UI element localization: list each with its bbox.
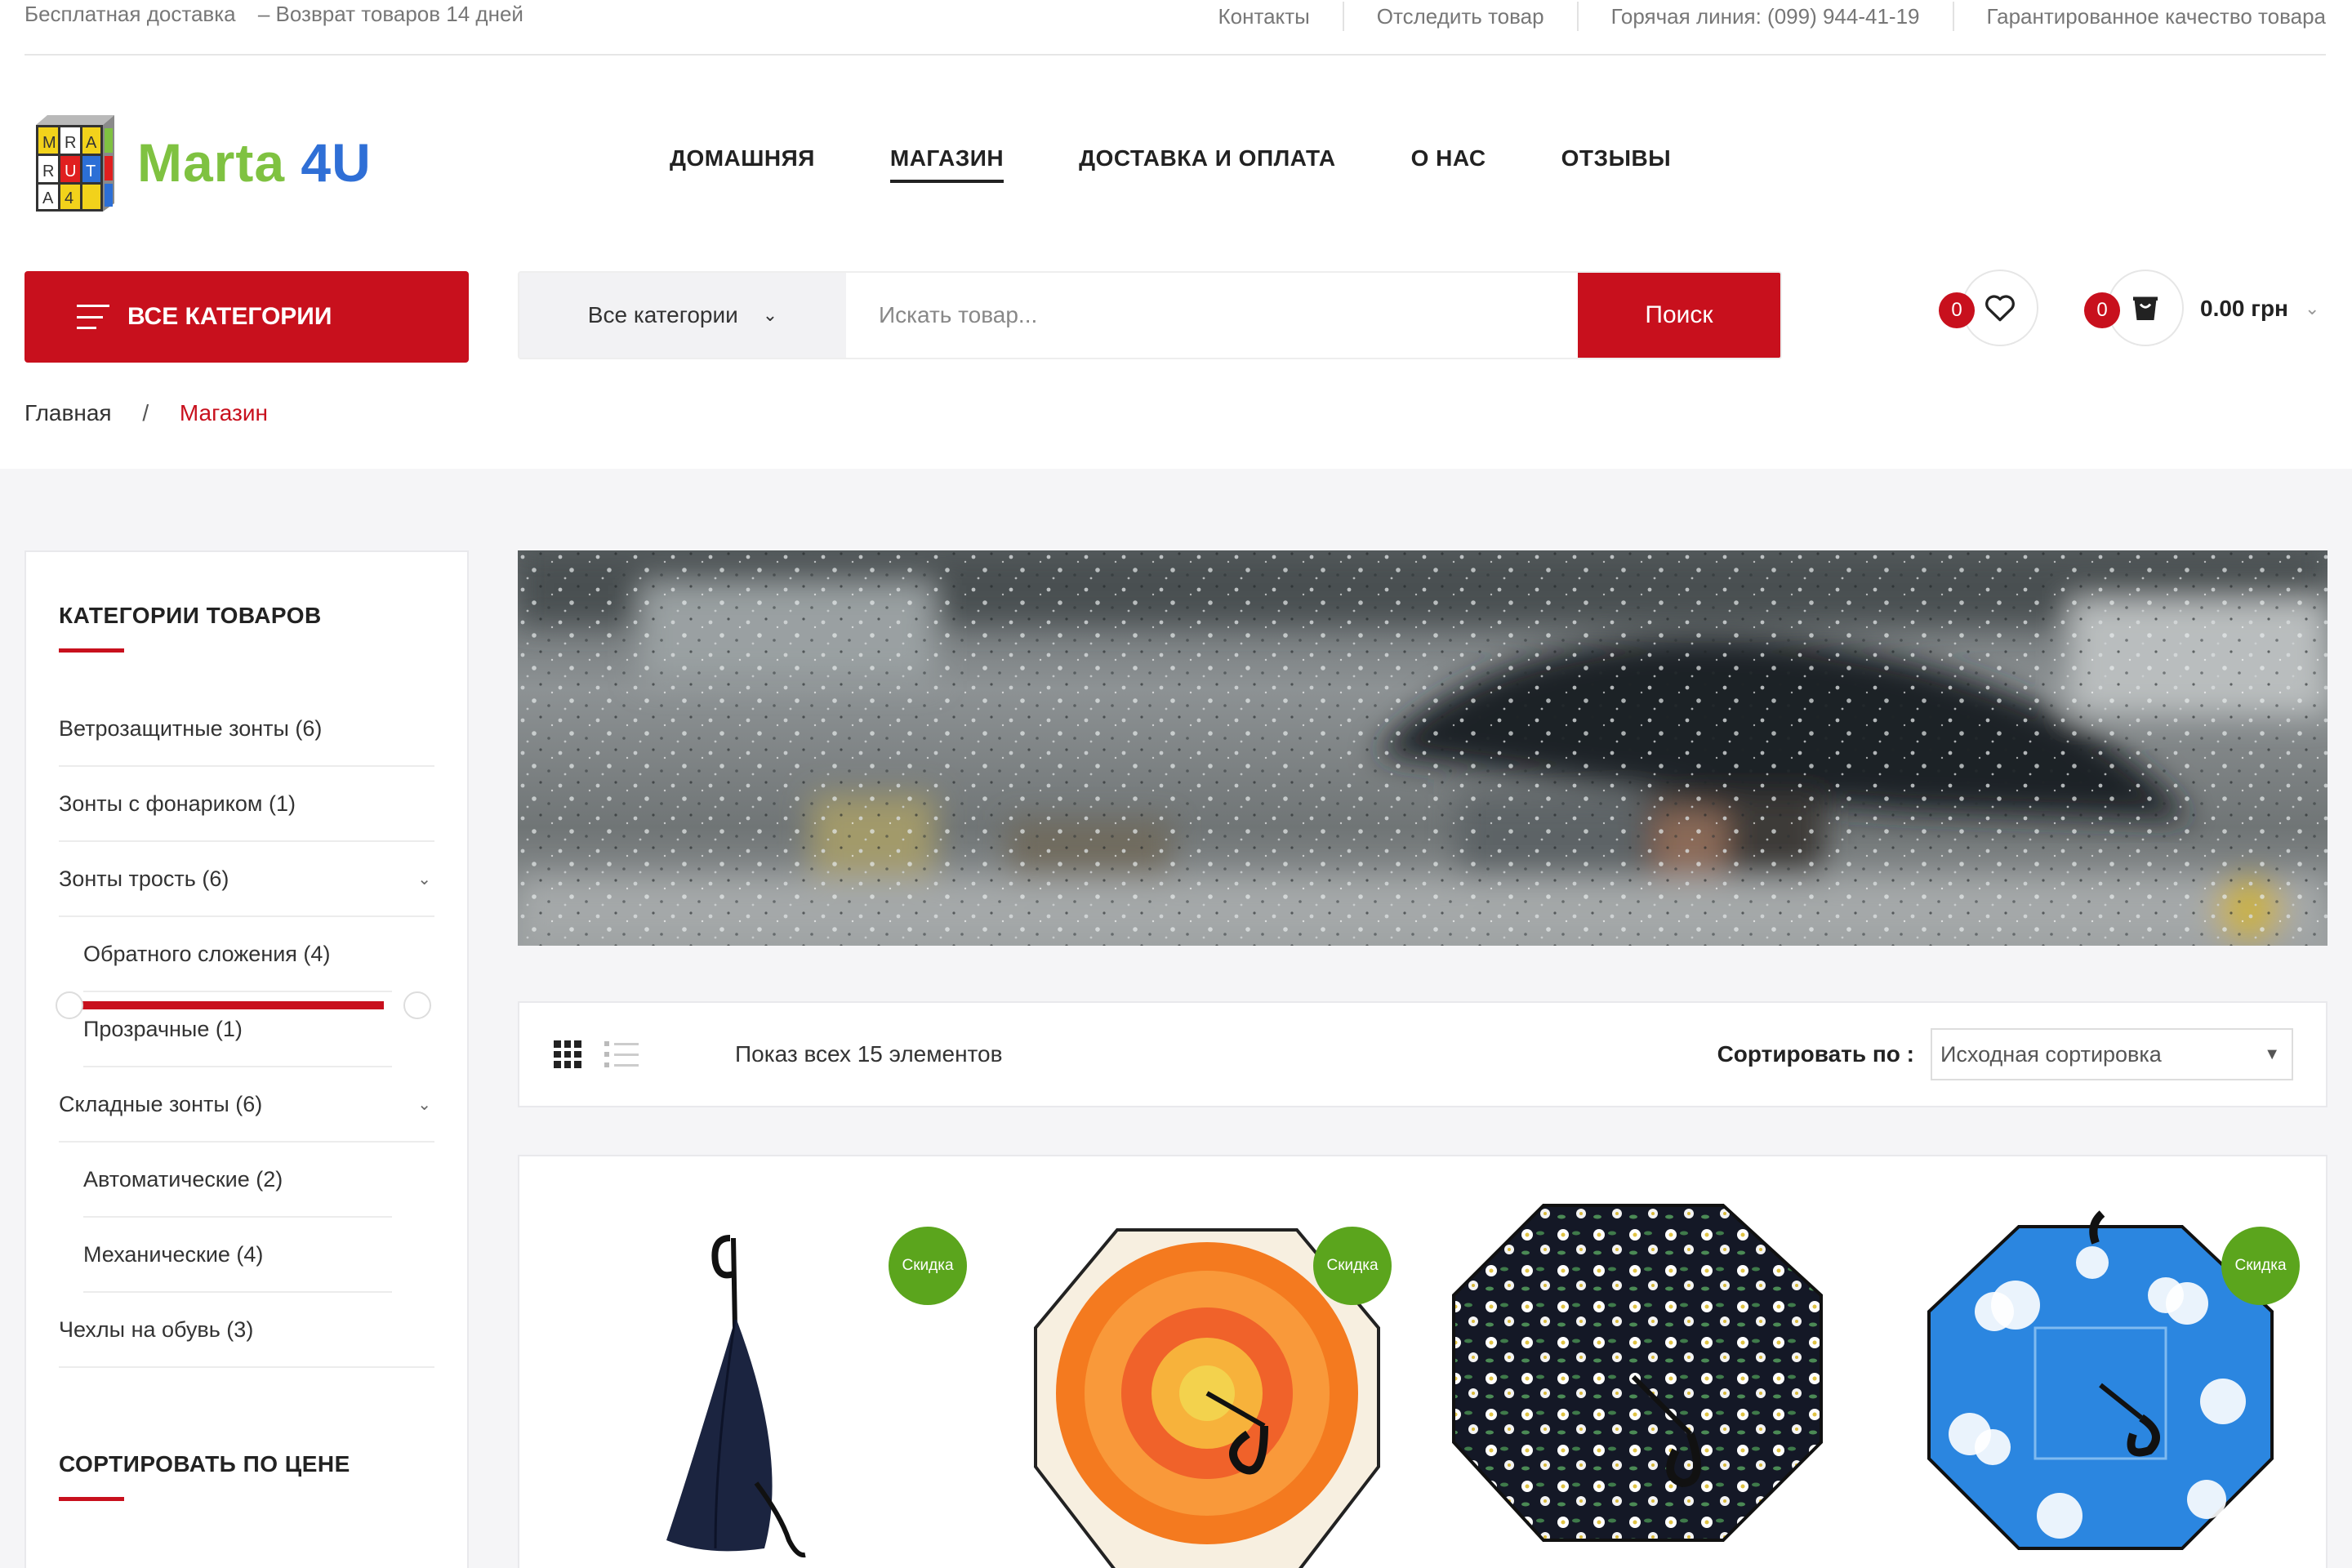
sort-label: Сортировать по : [1717,1041,1914,1067]
nav-about[interactable]: О НАС [1411,145,1486,183]
quality-guarantee-link[interactable]: Гарантированное качество товара [1952,2,2326,31]
sale-badge: Скидка [1313,1227,1392,1305]
cube-letter: T [86,163,96,180]
cart-total[interactable]: 0.00 грн ⌄ [2200,296,2319,322]
category-label: Зонты трость (6) [59,866,229,891]
main-nav: ДОМАШНЯЯ МАГАЗИН ДОСТАВКА И ОПЛАТА О НАС… [670,145,1746,183]
rubik-cube-logo-icon: M R A R U T A 4 [36,115,114,212]
hotline-link[interactable]: Горячая линия: (099) 944-41-19 [1576,2,1953,31]
result-count: Показ всех 15 элементов [735,1041,1003,1067]
breadcrumb: Главная / Магазин [24,400,268,426]
category-label: Складные зонты (6) [59,1091,263,1116]
cart-button[interactable]: 0 [2084,270,2184,346]
shopping-bag-icon [2133,296,2158,320]
cube-letter: R [42,163,54,180]
search-input[interactable] [846,273,1578,358]
returns-text: – Возврат товаров 14 дней [257,2,523,26]
category-label: Чехлы на обувь (3) [59,1316,254,1342]
cube-letter: A [42,189,54,207]
category-item[interactable]: Ветрозащитные зонты (6) [59,692,434,767]
list-view-icon[interactable] [604,1041,639,1067]
product-card[interactable] [1446,1189,1862,1568]
product-grid: Скидка Скидка Скидка [518,1155,2328,1568]
subcategory-item[interactable]: Обратного сложения (4) [83,917,392,992]
category-item[interactable]: Зонты с фонариком (1) [59,767,434,842]
subcategory-item[interactable]: Автоматические (2) [83,1143,392,1218]
price-max-handle[interactable] [403,991,431,1019]
subcategory-item[interactable]: Механические (4) [83,1218,392,1293]
price-range-bar [60,1001,384,1009]
chevron-down-icon: ⌄ [2304,298,2320,318]
search-button[interactable]: Поиск [1578,273,1780,358]
sale-badge: Скидка [2221,1227,2300,1305]
rainy-umbrella-photo [518,550,2328,946]
sort-select[interactable]: Исходная сортировка ▼ [1931,1028,2293,1080]
search-category-value: Все категории [587,302,738,327]
chevron-down-icon[interactable]: ⌄ [417,1094,431,1115]
category-item[interactable]: Складные зонты (6) ⌄ [59,1067,434,1143]
cart-total-value: 0.00 грн [2200,296,2288,321]
category-item[interactable]: Чехлы на обувь (3) [59,1293,434,1368]
price-min-handle[interactable] [56,991,83,1019]
category-label: Зонты с фонариком (1) [59,791,296,816]
cube-letter: 4 [65,189,74,207]
sale-badge: Скидка [889,1227,967,1305]
category-label: Прозрачные (1) [83,1016,243,1041]
category-list: Ветрозащитные зонты (6) Зонты с фонарико… [59,692,434,1368]
cart-count-badge: 0 [2084,292,2120,328]
category-label: Механические (4) [83,1241,264,1267]
cube-letter: U [65,163,76,180]
track-order-link[interactable]: Отследить товар [1342,2,1577,31]
price-filter-title: СОРТИРОВАТЬ ПО ЦЕНЕ [59,1451,350,1477]
wishlist-count-badge: 0 [1939,292,1975,328]
free-delivery-text: Бесплатная доставка [24,2,236,26]
all-categories-label: ВСЕ КАТЕГОРИИ [127,303,332,330]
logo-wordmark: Marta 4U [137,132,372,193]
category-label: Обратного сложения (4) [83,941,331,966]
top-bar-links: Контакты Отследить товар Горячая линия: … [1185,0,2326,31]
chevron-down-icon[interactable]: ⌄ [417,869,431,889]
site-logo[interactable]: M R A R U T A 4 Marta 4U [24,111,384,214]
sidebar: КАТЕГОРИИ ТОВАРОВ Ветрозащитные зонты (6… [24,550,469,1568]
breadcrumb-home[interactable]: Главная [24,400,112,425]
daisy-print-umbrella-image [1452,1204,1823,1542]
cube-letter: M [42,134,56,152]
cube-letter: A [86,134,97,152]
dropdown-arrow-icon: ▼ [2264,1045,2280,1063]
category-label: Автоматические (2) [83,1166,283,1192]
shop-toolbar: Показ всех 15 элементов Сортировать по :… [518,1001,2328,1107]
menu-icon [77,305,109,329]
sort-value: Исходная сортировка [1940,1041,2162,1067]
title-underline [59,1497,124,1501]
product-card[interactable]: Скидка [544,1189,967,1568]
shop-banner-image [518,550,2328,946]
title-underline [59,648,124,653]
contacts-link[interactable]: Контакты [1185,2,1342,31]
search-category-select[interactable]: Все категории ⌄ [519,273,846,358]
nav-shop[interactable]: МАГАЗИН [889,145,1004,183]
categories-title: КАТЕГОРИИ ТОВАРОВ [59,603,322,628]
product-card[interactable]: Скидка [1896,1189,2313,1568]
nav-delivery[interactable]: ДОСТАВКА И ОПЛАТА [1079,145,1335,183]
top-bar-promo: Бесплатная доставка – Возврат товаров 14… [24,0,523,27]
heart-icon [1985,295,2015,322]
category-item[interactable]: Зонты трость (6) ⌄ [59,842,434,917]
wishlist-button[interactable]: 0 [1939,270,2038,346]
grid-view-icon[interactable] [554,1040,581,1068]
nav-home[interactable]: ДОМАШНЯЯ [670,145,815,183]
chevron-down-icon: ⌄ [762,305,778,325]
product-card[interactable]: Скидка [995,1189,1411,1568]
nav-reviews[interactable]: ОТЗЫВЫ [1561,145,1671,183]
breadcrumb-separator: / [142,400,149,425]
all-categories-button[interactable]: ВСЕ КАТЕГОРИИ [24,271,469,363]
breadcrumb-current: Магазин [179,400,268,425]
top-bar: Бесплатная доставка – Возврат товаров 14… [24,0,2326,56]
search-bar: Все категории ⌄ Поиск [518,271,1782,359]
cube-letter: R [65,134,76,152]
category-label: Ветрозащитные зонты (6) [59,715,323,741]
